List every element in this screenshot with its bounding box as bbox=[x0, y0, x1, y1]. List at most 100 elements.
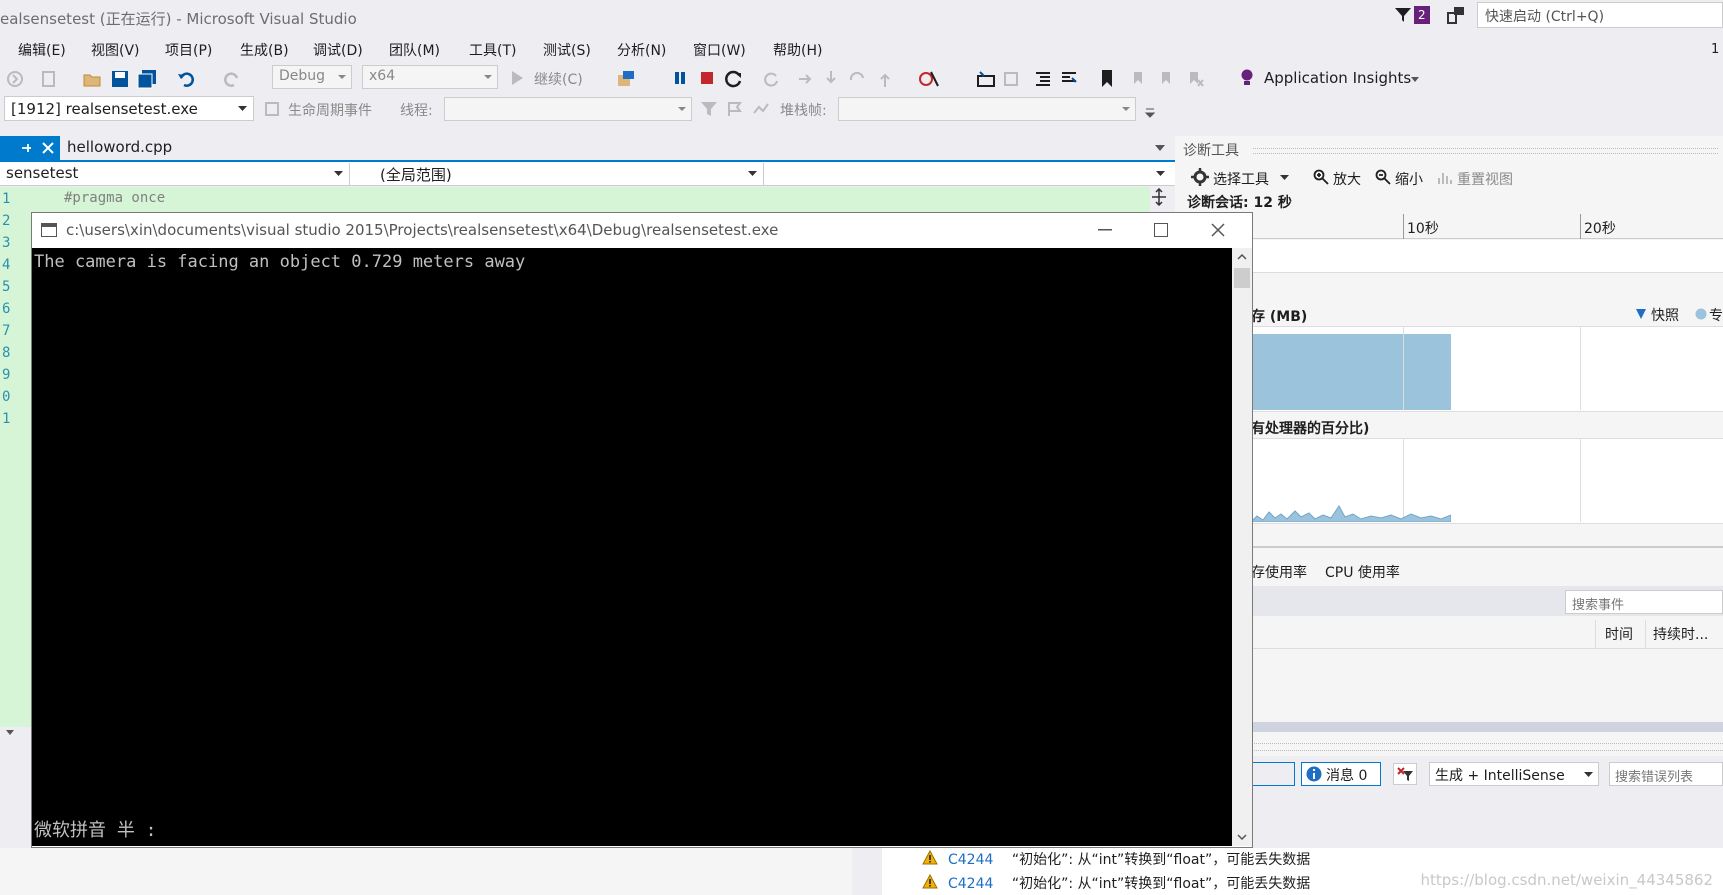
pin-icon[interactable] bbox=[20, 142, 32, 154]
project-scope-dropdown[interactable]: sensetest bbox=[0, 163, 350, 185]
reset-view-button[interactable]: 重置视图 bbox=[1457, 169, 1513, 189]
app-insights-dropdown-icon[interactable] bbox=[1410, 76, 1420, 84]
split-editor-icon[interactable] bbox=[1150, 188, 1168, 206]
tab-list-dropdown-icon[interactable] bbox=[1155, 145, 1165, 151]
error-row[interactable]: C4244 “初始化”: 从“int”转换到“float”，可能丢失数据 bbox=[948, 873, 1310, 893]
step-over-icon[interactable] bbox=[848, 70, 866, 88]
step-into-icon[interactable] bbox=[824, 70, 838, 88]
tab-active-pinned[interactable] bbox=[0, 136, 60, 160]
application-insights-button[interactable]: Application Insights bbox=[1264, 69, 1411, 87]
menu-analyze[interactable]: 分析(N) bbox=[617, 40, 666, 60]
menu-build[interactable]: 生成(B) bbox=[240, 40, 289, 60]
tab-cpu-usage[interactable]: CPU 使用率 bbox=[1325, 562, 1400, 582]
col-time[interactable]: 时间 bbox=[1605, 624, 1633, 644]
stop-debugging-icon[interactable] bbox=[700, 71, 714, 85]
scroll-down-icon[interactable] bbox=[1237, 834, 1247, 840]
scroll-thumb[interactable] bbox=[1234, 268, 1250, 288]
panel-splitter[interactable] bbox=[852, 848, 883, 895]
show-next-statement-icon[interactable] bbox=[798, 72, 814, 86]
call-stack-icon[interactable] bbox=[752, 101, 770, 117]
lifecycle-events-icon[interactable] bbox=[264, 101, 280, 117]
platform-dropdown[interactable]: x64 bbox=[362, 65, 498, 89]
thread-dropdown[interactable] bbox=[444, 97, 692, 121]
save-icon[interactable] bbox=[110, 69, 130, 89]
close-tab-icon[interactable] bbox=[42, 142, 54, 154]
menu-debug[interactable]: 调试(D) bbox=[313, 40, 363, 60]
continue-play-icon[interactable] bbox=[510, 70, 524, 86]
toggle-breakpoints-icon[interactable] bbox=[918, 69, 940, 89]
break-all-icon[interactable] bbox=[673, 70, 687, 86]
bookmark-icon[interactable] bbox=[1100, 69, 1114, 89]
minimize-icon[interactable] bbox=[1098, 229, 1112, 231]
comment-icon[interactable] bbox=[1002, 70, 1020, 88]
prev-bookmark-icon[interactable] bbox=[1130, 70, 1146, 88]
error-code[interactable]: C4244 bbox=[948, 852, 993, 868]
menu-help[interactable]: 帮助(H) bbox=[773, 40, 822, 60]
menu-view[interactable]: 视图(V) bbox=[91, 40, 140, 60]
save-all-icon[interactable] bbox=[136, 69, 158, 89]
global-scope-dropdown[interactable]: (全局范围) bbox=[354, 163, 764, 185]
flag-threads-icon[interactable] bbox=[726, 101, 744, 117]
new-project-icon[interactable] bbox=[40, 70, 60, 88]
error-code[interactable]: C4244 bbox=[948, 876, 993, 892]
zoom-out-icon[interactable] bbox=[1375, 169, 1391, 185]
close-icon[interactable] bbox=[1211, 223, 1225, 237]
zoom-out-button[interactable]: 缩小 bbox=[1395, 169, 1423, 189]
member-dropdown[interactable] bbox=[766, 163, 1171, 185]
code-line-pragma[interactable]: #pragma once bbox=[64, 190, 165, 206]
panel-grip bbox=[1175, 743, 1723, 751]
maximize-icon[interactable] bbox=[1154, 223, 1168, 237]
lifecycle-events-button[interactable]: 生命周期事件 bbox=[288, 100, 372, 120]
redo-icon[interactable] bbox=[222, 69, 242, 89]
continue-button[interactable]: 继续(C) bbox=[534, 69, 583, 89]
quick-launch-input[interactable]: 快速启动 (Ctrl+Q) bbox=[1477, 2, 1723, 28]
error-row[interactable]: C4244 “初始化”: 从“int”转换到“float”，可能丢失数据 bbox=[948, 849, 1310, 869]
tab-helloword-cpp[interactable]: helloword.cpp bbox=[67, 138, 172, 156]
error-scope-dropdown[interactable]: 生成 + IntelliSense bbox=[1429, 762, 1599, 786]
step-out-icon[interactable] bbox=[878, 70, 892, 88]
zoom-in-icon[interactable] bbox=[1313, 169, 1329, 185]
search-events-input[interactable]: 搜索事件 bbox=[1565, 590, 1723, 614]
console-scrollbar[interactable] bbox=[1232, 248, 1252, 846]
reset-view-icon[interactable] bbox=[1437, 169, 1453, 185]
horizontal-scrollbar[interactable] bbox=[1251, 722, 1723, 732]
stack-frame-dropdown[interactable] bbox=[838, 97, 1136, 121]
navigate-forward-icon[interactable] bbox=[6, 70, 24, 88]
toolbar-overflow-icon[interactable] bbox=[1145, 108, 1155, 118]
select-tools-button[interactable]: 选择工具 bbox=[1213, 169, 1269, 189]
indent-icon[interactable] bbox=[1060, 70, 1078, 88]
restart-icon[interactable] bbox=[724, 69, 744, 89]
apply-code-changes-icon[interactable] bbox=[762, 70, 780, 88]
open-file-icon[interactable] bbox=[82, 69, 102, 89]
feedback-icon[interactable] bbox=[1445, 4, 1467, 26]
process-icon[interactable] bbox=[616, 69, 636, 89]
messages-filter-button[interactable]: 消息 0 bbox=[1301, 762, 1381, 786]
filter-threads-icon[interactable] bbox=[700, 101, 718, 117]
clear-bookmarks-icon[interactable] bbox=[1186, 70, 1204, 88]
configuration-dropdown[interactable]: Debug bbox=[272, 65, 352, 89]
build-filter-icon[interactable] bbox=[1393, 763, 1417, 785]
notification-badge[interactable]: 2 bbox=[1414, 6, 1430, 24]
menu-window[interactable]: 窗口(W) bbox=[693, 40, 746, 60]
notification-filter-icon[interactable] bbox=[1393, 5, 1413, 25]
thread-marker-icon[interactable] bbox=[976, 70, 996, 88]
console-output-area[interactable]: The camera is facing an object 0.729 met… bbox=[32, 248, 1234, 846]
tab-memory-usage[interactable]: 存使用率 bbox=[1251, 562, 1307, 582]
scroll-up-icon[interactable] bbox=[1237, 254, 1247, 260]
menu-team[interactable]: 团队(M) bbox=[389, 40, 440, 60]
next-bookmark-icon[interactable] bbox=[1158, 70, 1174, 88]
menu-project[interactable]: 项目(P) bbox=[165, 40, 212, 60]
zoom-in-button[interactable]: 放大 bbox=[1333, 169, 1361, 189]
console-window[interactable]: c:\users\xin\documents\visual studio 201… bbox=[31, 212, 1253, 848]
process-dropdown[interactable]: [1912] realsensetest.exe bbox=[4, 96, 254, 121]
undo-icon[interactable] bbox=[176, 69, 196, 89]
zoom-dropdown-icon[interactable] bbox=[4, 728, 16, 738]
col-duration[interactable]: 持续时... bbox=[1653, 624, 1708, 644]
select-tools-arrow-icon[interactable] bbox=[1280, 175, 1289, 181]
menu-test[interactable]: 测试(S) bbox=[543, 40, 591, 60]
search-error-list-input[interactable]: 搜索错误列表 bbox=[1609, 762, 1723, 786]
menu-tools[interactable]: 工具(T) bbox=[469, 40, 516, 60]
outdent-icon[interactable] bbox=[1034, 70, 1052, 88]
menu-edit[interactable]: 编辑(E) bbox=[18, 40, 66, 60]
lightbulb-icon[interactable] bbox=[1240, 68, 1254, 88]
